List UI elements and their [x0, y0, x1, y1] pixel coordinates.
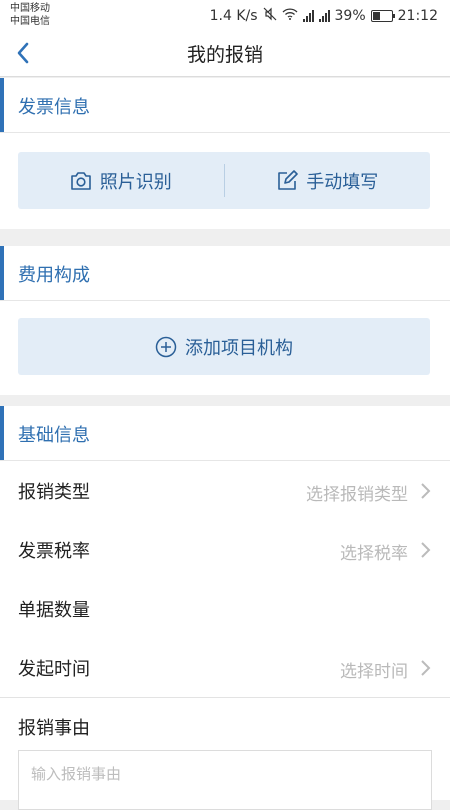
battery-icon: [370, 10, 395, 22]
add-project-content: 添加项目机构: [18, 318, 430, 375]
row-label: 发起时间: [18, 659, 90, 680]
tax-rate-row[interactable]: 发票税率 选择税率: [0, 520, 450, 580]
reimbursement-type-row[interactable]: 报销类型 选择报销类型: [0, 461, 450, 521]
reason-input[interactable]: 输入报销事由: [18, 750, 432, 810]
wifi-icon: [282, 8, 298, 24]
invoice-input-options: 照片识别 手动填写: [18, 152, 430, 209]
edit-icon: [278, 169, 299, 190]
carrier-info: 中国移动 中国电信: [10, 2, 50, 28]
clock: 21:12: [397, 8, 438, 24]
camera-icon: [70, 171, 91, 190]
invoice-section-title: 发票信息: [18, 97, 90, 118]
reason-label: 报销事由: [18, 718, 90, 739]
battery-percent: 39%: [334, 8, 366, 24]
signal-icon-2: [318, 10, 330, 22]
chevron-right-icon: [421, 483, 431, 499]
start-time-select[interactable]: 选择时间: [340, 657, 408, 682]
row-label: 发票税率: [18, 541, 90, 562]
tax-rate-select[interactable]: 选择税率: [340, 539, 408, 564]
add-project-label: 添加项目机构: [185, 337, 293, 359]
chevron-right-icon: [421, 660, 431, 676]
invoice-section-header: 发票信息: [0, 78, 450, 133]
manual-entry-label: 手动填写: [306, 171, 379, 193]
cost-panel: 添加项目机构: [0, 301, 450, 395]
invoice-panel: 照片识别 手动填写: [0, 133, 450, 229]
carrier-2: 中国电信: [10, 16, 50, 27]
row-label: 单据数量: [18, 600, 90, 621]
status-bar: 中国移动 中国电信 1.4 K/s 39% 21:12: [0, 0, 450, 30]
row-label: 报销类型: [18, 482, 90, 503]
photo-recognition-label: 照片识别: [99, 171, 172, 193]
mute-icon: [263, 7, 277, 25]
reason-placeholder: 输入报销事由: [31, 765, 122, 783]
network-speed: 1.4 K/s: [209, 8, 258, 24]
signal-icon: [302, 10, 314, 22]
status-indicators: 1.4 K/s 39% 21:12: [210, 7, 438, 25]
nav-bar: 我的报销: [0, 30, 450, 77]
basic-section-title: 基础信息: [18, 425, 90, 446]
document-count-row[interactable]: 单据数量: [0, 579, 450, 639]
manual-entry-button[interactable]: 手动填写: [225, 152, 431, 209]
chevron-right-icon: [421, 542, 431, 558]
cost-section-title: 费用构成: [18, 265, 90, 286]
add-circle-icon: [155, 336, 177, 357]
reimbursement-type-select[interactable]: 选择报销类型: [306, 480, 408, 505]
add-project-button[interactable]: 添加项目机构: [18, 318, 430, 375]
basic-section-header: 基础信息: [0, 406, 450, 461]
photo-recognition-button[interactable]: 照片识别: [18, 152, 224, 209]
cost-section-header: 费用构成: [0, 246, 450, 301]
page-title: 我的报销: [186, 44, 263, 66]
start-time-row[interactable]: 发起时间 选择时间: [0, 638, 450, 698]
carrier-1: 中国移动: [10, 3, 50, 14]
